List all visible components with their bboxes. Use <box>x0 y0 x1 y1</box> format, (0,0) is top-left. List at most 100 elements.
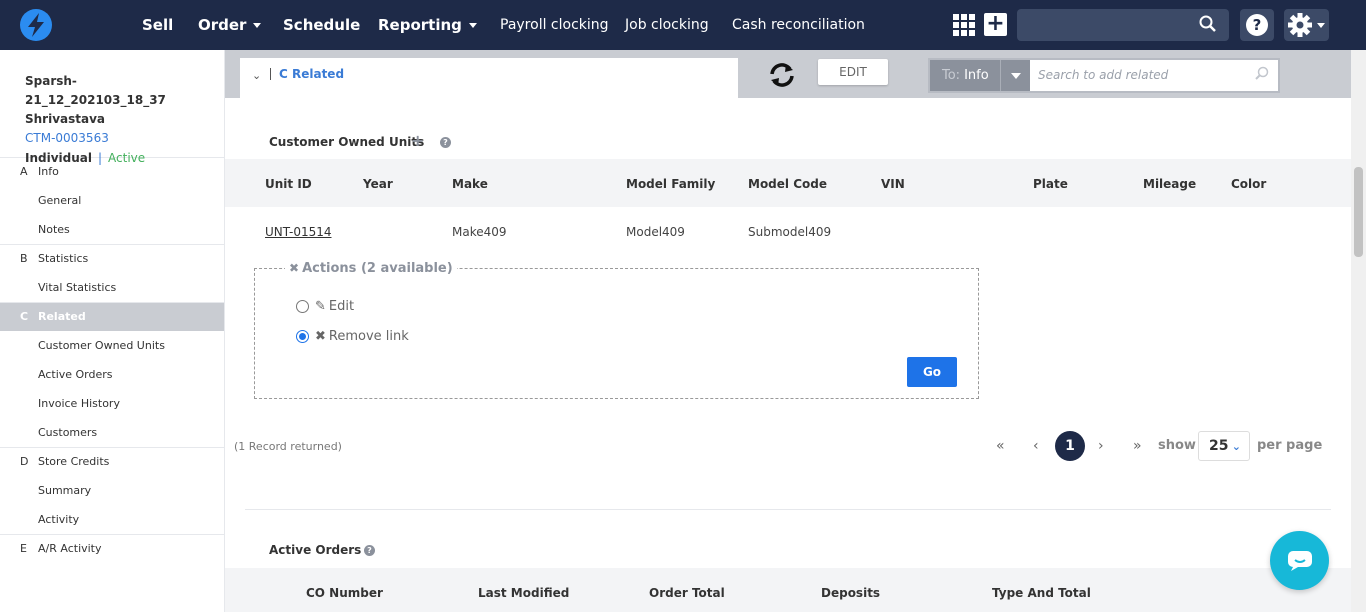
sidebar-section-head[interactable]: D Store Credits <box>0 448 224 476</box>
nav-payroll-clocking[interactable]: Payroll clocking <box>500 0 609 50</box>
sidebar-section-head[interactable]: B Statistics <box>0 245 224 273</box>
column-header-vin[interactable]: VIN <box>881 177 905 191</box>
page-number-current[interactable]: 1 <box>1055 431 1085 461</box>
action-edit-radio[interactable] <box>296 300 309 313</box>
lightning-logo-icon[interactable] <box>20 9 52 41</box>
to-dropdown-button[interactable] <box>1000 60 1030 91</box>
section-label: Info <box>38 165 59 178</box>
sidebar-item-activity[interactable]: Activity <box>0 505 224 534</box>
column-header-make[interactable]: Make <box>452 177 488 191</box>
column-header-model-code[interactable]: Model Code <box>748 177 827 191</box>
sidebar-section-info: A Info General Notes <box>0 158 224 245</box>
action-edit-label: Edit <box>328 299 355 314</box>
sidebar-item-notes[interactable]: Notes <box>0 215 224 244</box>
apps-grid-icon[interactable] <box>953 14 975 36</box>
edit-icon: ✎ <box>315 299 326 314</box>
chevron-down-icon <box>253 23 262 28</box>
top-navigation: Sell Order Schedule Reporting Payroll cl… <box>0 0 1366 50</box>
sidebar-item-customer-owned-units[interactable]: Customer Owned Units <box>0 331 224 360</box>
chevron-down-icon <box>468 23 477 28</box>
first-page-button[interactable]: « <box>996 431 1005 461</box>
sidebar-item-vital-statistics[interactable]: Vital Statistics <box>0 273 224 302</box>
nav-order[interactable]: Order <box>198 0 262 50</box>
sidebar-item-summary[interactable]: Summary <box>0 476 224 505</box>
to-prefix: To: <box>942 68 961 83</box>
sidebar-section-head[interactable]: A Info <box>0 158 224 186</box>
section-label: A/R Activity <box>38 542 102 555</box>
tools-icon: ✖ <box>289 261 300 275</box>
column-header-plate[interactable]: Plate <box>1033 177 1068 191</box>
unit-id-link[interactable]: UNT-01514 <box>265 225 332 239</box>
column-header-color[interactable]: Color <box>1231 177 1266 191</box>
section-label: Store Credits <box>38 455 110 468</box>
close-icon: ✖ <box>315 329 326 344</box>
nav-sell[interactable]: Sell <box>142 0 173 50</box>
tab-bar: ⌄ C Related EDIT To: Info Search to add r… <box>225 50 1351 98</box>
last-page-button[interactable]: » <box>1133 431 1142 461</box>
column-header-co-number[interactable]: CO Number <box>306 586 383 600</box>
search-icon <box>1255 66 1269 80</box>
help-icon[interactable]: ? <box>440 137 451 148</box>
sidebar-section-related: C Related Customer Owned Units Active Ord… <box>0 303 224 448</box>
per-page-select[interactable]: 25 ⌄ <box>1198 431 1250 461</box>
sidebar-item-general[interactable]: General <box>0 186 224 215</box>
actions-legend-text: Actions (2 available) <box>302 261 453 276</box>
action-remove-link-radio[interactable] <box>296 330 309 343</box>
unit-model-code: Submodel409 <box>748 225 832 239</box>
units-section-title: Customer Owned Units <box>269 135 425 149</box>
nav-cash-reconciliation[interactable]: Cash reconciliation <box>732 0 865 50</box>
section-letter: C <box>20 310 29 323</box>
section-letter: A <box>20 165 28 178</box>
column-header-unit-id[interactable]: Unit ID <box>265 177 312 191</box>
nav-reporting[interactable]: Reporting <box>378 0 477 50</box>
add-icon[interactable]: + <box>984 13 1007 36</box>
action-edit-option[interactable]: ✎ Edit <box>296 299 354 314</box>
scrollbar-thumb[interactable] <box>1354 167 1363 257</box>
chevron-down-icon: ⌄ <box>252 69 262 82</box>
chat-icon <box>1287 550 1312 571</box>
column-header-year[interactable]: Year <box>363 177 393 191</box>
help-icon: ? <box>1246 14 1268 36</box>
help-icon[interactable]: ? <box>364 545 375 556</box>
per-page-label: per page <box>1257 438 1323 453</box>
sidebar-section-store-credits: D Store Credits Summary Activity <box>0 448 224 535</box>
search-icon <box>1199 15 1216 32</box>
vertical-scrollbar[interactable] <box>1351 50 1366 612</box>
go-button[interactable]: Go <box>907 357 957 387</box>
column-header-order-total[interactable]: Order Total <box>649 586 725 600</box>
customer-id-link[interactable]: CTM-0003563 <box>25 129 224 148</box>
action-remove-link-option[interactable]: ✖ Remove link <box>296 329 409 344</box>
add-related-search-input[interactable]: Search to add related <box>1038 68 1168 82</box>
global-search-input[interactable] <box>1017 9 1229 41</box>
section-label: Related <box>38 310 86 323</box>
column-header-model-family[interactable]: Model Family <box>626 177 715 191</box>
units-table-header: Unit ID Year Make Model Family Model Cod… <box>225 159 1351 207</box>
sidebar-item-invoice-history[interactable]: Invoice History <box>0 389 224 418</box>
records-count: (1 Record returned) <box>234 440 342 453</box>
separator <box>270 68 271 80</box>
column-header-mileage[interactable]: Mileage <box>1143 177 1196 191</box>
settings-button[interactable] <box>1284 9 1329 41</box>
chat-button[interactable] <box>1270 531 1329 590</box>
section-letter: D <box>20 455 29 468</box>
sidebar-section-head[interactable]: E A/R Activity <box>0 535 224 563</box>
section-letter: E <box>20 542 27 555</box>
sidebar-item-active-orders[interactable]: Active Orders <box>0 360 224 389</box>
to-target-selector[interactable]: To: Info <box>930 60 1000 91</box>
sidebar-section-head[interactable]: C Related <box>0 303 224 331</box>
section-selector[interactable]: ⌄ C Related <box>240 58 738 98</box>
add-unit-icon[interactable]: + <box>411 131 424 150</box>
gear-icon <box>1288 13 1325 37</box>
edit-button[interactable]: EDIT <box>818 59 888 85</box>
previous-page-button[interactable]: ‹ <box>1033 431 1039 461</box>
sidebar-section-statistics: B Statistics Vital Statistics <box>0 245 224 303</box>
column-header-type-and-total[interactable]: Type And Total <box>992 586 1091 600</box>
sidebar-item-customers[interactable]: Customers <box>0 418 224 447</box>
column-header-last-modified[interactable]: Last Modified <box>478 586 569 600</box>
column-header-deposits[interactable]: Deposits <box>821 586 880 600</box>
refresh-icon[interactable] <box>768 62 796 92</box>
next-page-button[interactable]: › <box>1098 431 1104 461</box>
nav-job-clocking[interactable]: Job clocking <box>625 0 709 50</box>
help-button[interactable]: ? <box>1240 9 1274 41</box>
nav-schedule[interactable]: Schedule <box>283 0 360 50</box>
